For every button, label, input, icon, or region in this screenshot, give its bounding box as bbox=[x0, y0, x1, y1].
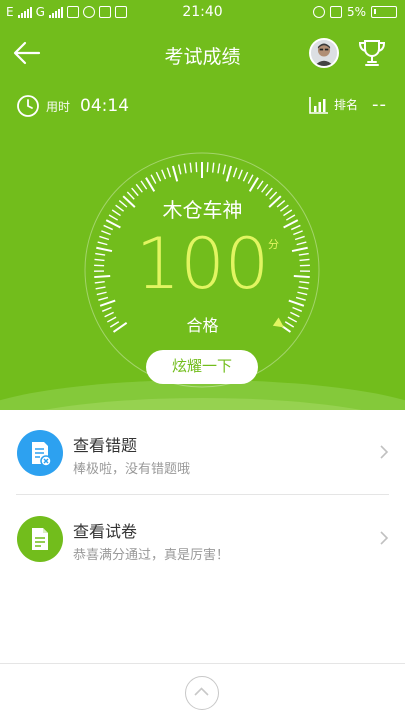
gauge-tick bbox=[232, 167, 238, 178]
chevron-right-icon bbox=[380, 531, 389, 545]
gauge-tick bbox=[155, 171, 162, 182]
gauge-tick bbox=[135, 183, 143, 193]
status-bar: E G 21:40 5% bbox=[0, 0, 405, 26]
time-value: 04:14 bbox=[80, 96, 130, 116]
gauge-tick bbox=[161, 169, 167, 180]
gauge-tick bbox=[247, 174, 254, 184]
divider bbox=[16, 494, 389, 495]
user-avatar-icon bbox=[311, 40, 337, 66]
gauge-tick bbox=[101, 306, 112, 312]
scroll-up-button[interactable] bbox=[185, 676, 219, 710]
exam-paper-icon bbox=[17, 516, 63, 562]
gauge-tick bbox=[217, 163, 221, 174]
document-error-icon bbox=[32, 442, 52, 467]
gauge-tick bbox=[242, 171, 249, 182]
chevron-up-icon bbox=[194, 687, 209, 696]
trophy-icon[interactable] bbox=[356, 37, 388, 69]
gauge-tick bbox=[166, 167, 172, 178]
page-title: 考试成绩 bbox=[164, 46, 241, 68]
score-title: 木仓车神 bbox=[162, 198, 243, 222]
time-label: 用时 bbox=[46, 99, 71, 114]
share-button[interactable]: 炫耀一下 bbox=[146, 350, 258, 384]
list-item-subtitle: 恭喜满分通过，真是厉害！ bbox=[73, 548, 230, 563]
gauge-tick bbox=[256, 180, 264, 190]
rank-value: -- bbox=[372, 94, 387, 115]
gauge-tick bbox=[211, 162, 215, 173]
gauge-tick bbox=[150, 174, 157, 184]
avatar[interactable] bbox=[309, 38, 339, 68]
clock-icon bbox=[17, 95, 39, 117]
ranking[interactable]: 排名 -- bbox=[309, 94, 387, 115]
data-icon bbox=[329, 6, 342, 18]
gauge-tick bbox=[195, 162, 198, 173]
gauge-tick bbox=[261, 183, 269, 193]
result-header: 考试成绩 用时 04:14 排名 -- 木仓车神 100 分 合格 炫耀一下 bbox=[0, 26, 405, 410]
list-item-title: 查看试卷 bbox=[73, 522, 138, 541]
wrong-questions-icon bbox=[17, 430, 63, 476]
list-item-title: 查看错题 bbox=[73, 436, 138, 455]
score-unit: 分 bbox=[268, 238, 279, 251]
gauge-tick bbox=[225, 165, 233, 182]
rank-label: 排名 bbox=[333, 98, 358, 112]
pass-status: 合格 bbox=[186, 316, 219, 335]
action-list: 查看错题 棒极啦，没有错题哦 查看试卷 恭喜满分通过，真是厉害！ bbox=[0, 410, 405, 582]
gauge-tick bbox=[222, 164, 227, 175]
gauge-tick bbox=[237, 169, 243, 180]
gauge-tick bbox=[171, 165, 179, 182]
document-icon bbox=[32, 528, 48, 550]
list-item-subtitle: 棒极啦，没有错题哦 bbox=[73, 462, 191, 477]
gauge-tick bbox=[183, 163, 187, 174]
battery-percent: 5% bbox=[346, 5, 366, 19]
bottom-bar bbox=[0, 663, 405, 720]
gauge-tick bbox=[140, 180, 148, 190]
bar-chart-icon bbox=[309, 96, 328, 114]
list-item-wrong-questions[interactable]: 查看错题 棒极啦，没有错题哦 bbox=[0, 410, 405, 496]
gauge-tick bbox=[177, 164, 182, 175]
gauge-tick bbox=[292, 306, 303, 312]
battery-icon bbox=[371, 6, 397, 18]
gauge-tick bbox=[189, 162, 193, 173]
gauge-tick bbox=[206, 162, 209, 173]
time-used: 用时 04:14 bbox=[16, 94, 129, 118]
alarm-icon bbox=[312, 6, 325, 18]
chevron-right-icon bbox=[380, 445, 389, 459]
score-value: 100 bbox=[135, 223, 270, 305]
list-item-exam-paper[interactable]: 查看试卷 恭喜满分通过，真是厉害！ bbox=[0, 496, 405, 582]
status-right: 5% bbox=[312, 5, 397, 19]
